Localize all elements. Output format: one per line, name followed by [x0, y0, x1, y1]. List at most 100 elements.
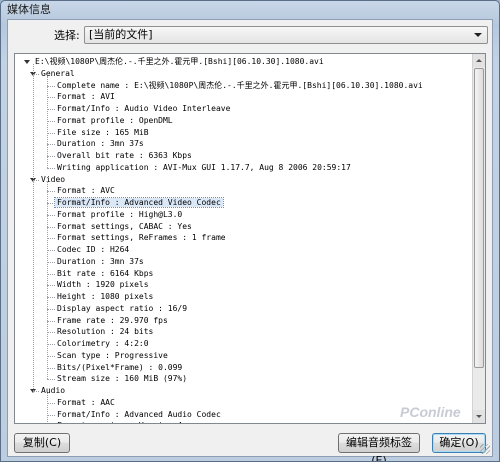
- tree-item[interactable]: Duration : 3mn 37s: [55, 138, 146, 150]
- tree-item[interactable]: Bit rate : 6164 Kbps: [55, 268, 155, 280]
- tree-item-label: Duration : 3mn 37s: [57, 256, 144, 266]
- tree-item[interactable]: Format settings, CABAC : Yes: [55, 221, 194, 233]
- tree-item[interactable]: Format/Info : Advanced Video Codec: [54, 197, 224, 209]
- tree-item-label: File size : 165 MiB: [57, 127, 149, 137]
- tree-item[interactable]: Resolution : 24 bits: [55, 326, 155, 338]
- tree-connector-line: [47, 379, 55, 381]
- tree-item[interactable]: Overall bit rate : 6363 Kbps: [55, 150, 194, 162]
- tree-connector-line: [47, 226, 55, 228]
- file-selector-dropdown[interactable]: [当前的文件]: [84, 26, 488, 44]
- tree-section-general-label: General: [41, 68, 75, 78]
- tree-root-node[interactable]: E:\视频\1080P\周杰伦.-.千里之外.霍元甲.[Bshi][06.10.…: [33, 56, 326, 68]
- tree-connector-line: [47, 167, 55, 169]
- tree-item-label: Colorimetry : 4:2:0: [57, 339, 149, 348]
- scroll-up-arrow-icon[interactable]: [473, 54, 485, 67]
- scrollbar-thumb[interactable]: [474, 68, 484, 368]
- file-selector-value: [当前的文件]: [89, 28, 153, 41]
- tree-section-general[interactable]: General: [39, 68, 77, 80]
- tree-item[interactable]: Frame rate : 29.970 fps: [55, 315, 170, 327]
- dialog-client-area: 选择: [当前的文件] E:\视频\1080P\周杰伦.-.千里之外.霍元甲.[…: [7, 19, 493, 461]
- tree-item[interactable]: Height : 1080 pixels: [55, 291, 155, 303]
- tree-connector-line: [33, 63, 34, 391]
- tree-connector-line: [47, 203, 55, 204]
- media-info-tree-panel: E:\视频\1080P\周杰伦.-.千里之外.霍元甲.[Bshi][06.10.…: [14, 53, 486, 424]
- tree-connector-line: [47, 85, 55, 87]
- tree-item-label: Complete name : E:\视频\1080P\周杰伦.-.千里之外.霍…: [57, 80, 423, 90]
- tree-item[interactable]: Format/Info : Advanced Audio Codec: [55, 409, 223, 421]
- tree-item[interactable]: Writing application : AVI-Mux GUI 1.17.7…: [55, 162, 353, 174]
- resize-grip-icon[interactable]: [480, 444, 490, 454]
- tree-connector-line: [47, 109, 55, 110]
- tree-connector-line: [47, 414, 55, 416]
- tree-connector-line: [47, 132, 55, 134]
- tree-connector-line: [47, 250, 55, 251]
- tree-item-label: Scan type : Progressive: [57, 350, 168, 360]
- tree-item[interactable]: Format profile : High@L3.0: [55, 209, 184, 221]
- tree-item-label: Overall bit rate : 6363 Kbps: [57, 151, 192, 160]
- tree-connector-line: [47, 344, 55, 345]
- tree-item-label: Display aspect ratio : 16/9: [57, 303, 188, 313]
- tree-item[interactable]: Complete name : E:\视频\1080P\周杰伦.-.千里之外.霍…: [55, 80, 425, 92]
- tree-item-label: Writing application : AVI-Mux GUI 1.17.7…: [57, 162, 351, 172]
- tree-item[interactable]: Codec ID : H264: [55, 244, 131, 256]
- tree-item[interactable]: Display aspect ratio : 16/9: [55, 303, 189, 315]
- tree-item-label: Bits/(Pixel*Frame) : 0.099: [57, 362, 183, 372]
- tree-item[interactable]: Format version : Version 4: [55, 420, 184, 423]
- tree-item[interactable]: File size : 165 MiB: [55, 127, 151, 139]
- media-info-tree[interactable]: E:\视频\1080P\周杰伦.-.千里之外.霍元甲.[Bshi][06.10.…: [15, 54, 473, 423]
- tree-connector-line: [47, 285, 55, 287]
- tree-item-label: Format version : Version 4: [55, 421, 184, 423]
- tree-item[interactable]: Stream size : 160 MiB (97%): [55, 373, 189, 385]
- tree-section-video[interactable]: Video: [39, 174, 67, 186]
- tree-item-label: Bit rate : 6164 Kbps: [57, 268, 154, 278]
- file-selector-label: 选择:: [54, 29, 80, 42]
- tree-connector-line: [47, 97, 55, 99]
- tree-item[interactable]: Bits/(Pixel*Frame) : 0.099: [55, 362, 184, 374]
- watermark-logo: PConline: [400, 404, 461, 420]
- tree-item[interactable]: Format : AAC: [55, 397, 117, 409]
- tree-connector-line: [47, 214, 55, 216]
- tree-item-label: Format profile : High@L3.0: [57, 209, 183, 219]
- tree-item-label: Frame rate : 29.970 fps: [57, 315, 168, 325]
- tree-item-label: Stream size : 160 MiB (97%): [57, 374, 188, 384]
- tree-item-label: Codec ID : H264: [57, 245, 130, 254]
- tree-item-label: Format settings, CABAC : Yes: [57, 221, 192, 231]
- tree-item-label: Width : 1920 pixels: [57, 280, 149, 290]
- tree-item[interactable]: Duration : 3mn 37s: [55, 256, 146, 268]
- tree-item[interactable]: Scan type : Progressive: [55, 350, 170, 362]
- tree-connector-line: [47, 367, 55, 369]
- tree-connector-line: [47, 297, 55, 298]
- edit-audio-tags-button[interactable]: 编辑音频标签(E): [338, 433, 420, 461]
- tree-item[interactable]: Format : AVC: [55, 185, 117, 197]
- tree-item-label: Duration : 3mn 37s: [57, 139, 144, 149]
- tree-item[interactable]: Width : 1920 pixels: [55, 279, 151, 291]
- tree-connector-line: [47, 392, 48, 423]
- tree-item[interactable]: Format/Info : Audio Video Interleave: [55, 103, 232, 115]
- tree-connector-line: [47, 120, 55, 122]
- tree-connector-line: [47, 144, 55, 146]
- copy-button[interactable]: 复制(C): [14, 433, 70, 453]
- tree-item-label: Format profile : OpenDML: [57, 115, 173, 125]
- tree-item-label: Resolution : 24 bits: [57, 327, 154, 337]
- tree-item[interactable]: Colorimetry : 4:2:0: [55, 338, 151, 350]
- tree-connector-line: [47, 308, 55, 310]
- tree-connector-line: [47, 191, 55, 193]
- media-info-window: 媒体信息 选择: [当前的文件] E:\视频\1080P\周杰伦.-.千里之外.…: [0, 0, 500, 462]
- tree-item-label: Format/Info : Advanced Video Codec: [54, 197, 224, 208]
- tree-item-label: Format settings, ReFrames : 1 frame: [57, 233, 226, 243]
- tree-item[interactable]: Format : AVI: [55, 91, 117, 103]
- tree-root-node-label: E:\视频\1080P\周杰伦.-.千里之外.霍元甲.[Bshi][06.10.…: [35, 57, 324, 66]
- scroll-down-arrow-icon[interactable]: [473, 410, 485, 423]
- tree-item-label: Height : 1080 pixels: [57, 292, 154, 301]
- vertical-scrollbar[interactable]: [472, 54, 485, 423]
- tree-item[interactable]: Format settings, ReFrames : 1 frame: [55, 232, 228, 244]
- tree-item[interactable]: Format profile : OpenDML: [55, 115, 175, 127]
- tree-item-label: Format : AAC: [57, 397, 115, 407]
- chevron-down-icon[interactable]: [474, 33, 482, 37]
- tree-section-audio-label: Audio: [41, 386, 66, 395]
- tree-connector-line: [47, 75, 48, 168]
- ok-button[interactable]: 确定(O): [432, 433, 486, 453]
- tree-section-audio[interactable]: Audio: [39, 385, 67, 397]
- tree-connector-line: [47, 332, 55, 334]
- expand-triangle-icon[interactable]: [24, 60, 30, 64]
